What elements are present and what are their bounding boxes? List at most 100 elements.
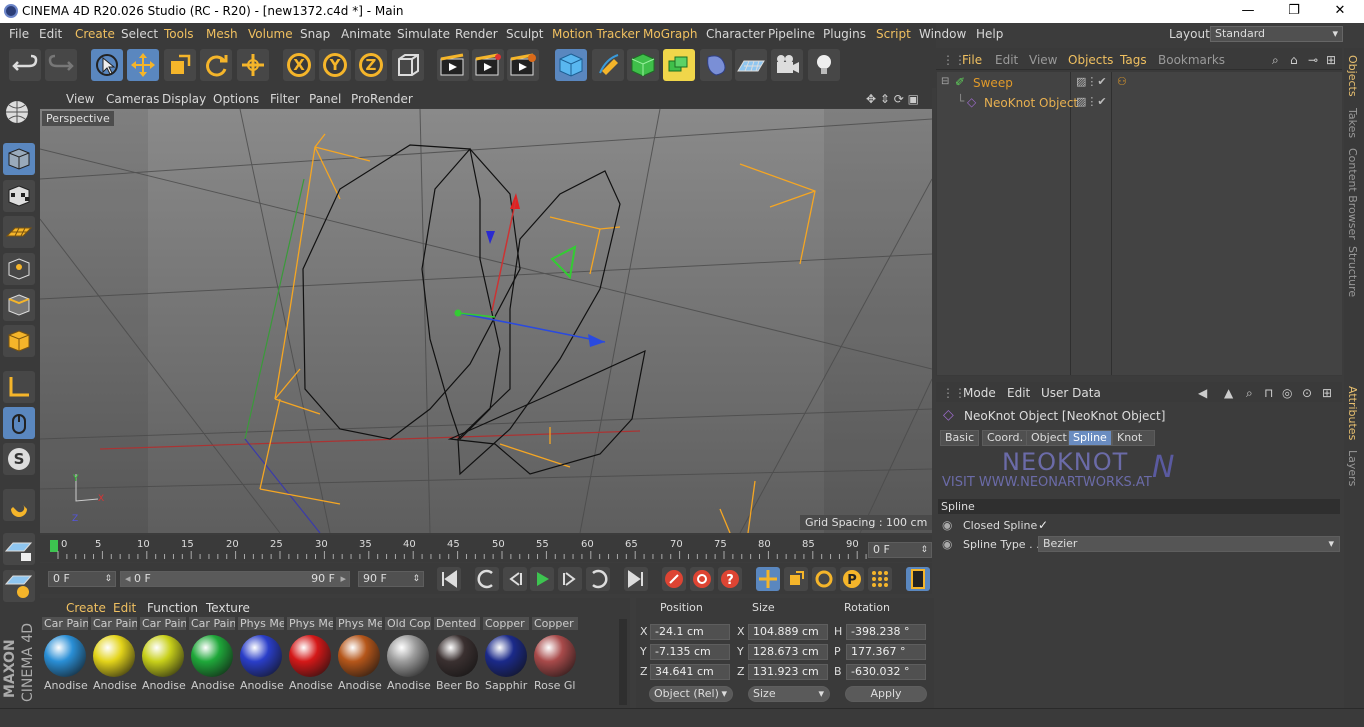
tab-object[interactable]: Object: [1026, 430, 1072, 446]
y-axis-lock-button[interactable]: Y: [319, 49, 351, 81]
radio-spline-type[interactable]: ◉: [942, 537, 952, 551]
attr-menu-mode[interactable]: Mode: [963, 386, 996, 400]
menu-snap[interactable]: Snap: [300, 27, 330, 41]
viewport-menu-options[interactable]: Options: [213, 92, 259, 106]
viewport-menu-prorender[interactable]: ProRender: [351, 92, 413, 106]
position-field[interactable]: -24.1 cm: [650, 624, 730, 640]
menu-sculpt[interactable]: Sculpt: [506, 27, 543, 41]
material-swatch[interactable]: Phys Me Anodise: [238, 617, 284, 697]
menu-mograph[interactable]: MoGraph: [643, 27, 698, 41]
scale-tool-button[interactable]: [164, 49, 196, 81]
material-swatch[interactable]: Car Pain Anodise: [140, 617, 186, 697]
size-field[interactable]: 131.923 cm: [748, 664, 828, 680]
rotation-field[interactable]: -398.238 °: [846, 624, 926, 640]
viewport-menu-cameras[interactable]: Cameras: [106, 92, 159, 106]
material-swatch[interactable]: Car Pain Anodise: [189, 617, 235, 697]
move-tool-button[interactable]: [127, 49, 159, 81]
timeline-layout-button[interactable]: [906, 567, 930, 591]
next-key-button[interactable]: [586, 567, 610, 591]
close-button[interactable]: ✕: [1318, 1, 1362, 21]
closed-spline-checkbox[interactable]: ✓: [1038, 518, 1048, 532]
maximize-button[interactable]: ❐: [1272, 1, 1316, 21]
side-tab-attributes[interactable]: Attributes: [1346, 386, 1359, 440]
material-swatch[interactable]: Copper Sapphir: [483, 617, 529, 697]
object-list[interactable]: [937, 72, 1342, 375]
deformer-button[interactable]: [700, 49, 732, 81]
parameter-key-button[interactable]: P: [840, 567, 864, 591]
object-menu-view[interactable]: View: [1029, 53, 1057, 67]
material-menu-function[interactable]: Function: [147, 601, 198, 615]
previous-frame-button[interactable]: [503, 567, 527, 591]
search-icon[interactable]: ⌕: [1246, 386, 1253, 401]
render-settings-button[interactable]: [507, 49, 539, 81]
material-scrollbar[interactable]: [619, 619, 627, 705]
play-button[interactable]: [530, 567, 554, 591]
record-keys-button[interactable]: [662, 567, 686, 591]
scale-key-button[interactable]: [784, 567, 808, 591]
menu-script[interactable]: Script: [876, 27, 911, 41]
points-mode-button[interactable]: [3, 253, 35, 285]
menu-tools[interactable]: Tools: [164, 27, 194, 41]
tab-coord[interactable]: Coord.: [982, 430, 1028, 446]
cube-button[interactable]: [555, 49, 587, 81]
attr-menu-user-data[interactable]: User Data: [1041, 386, 1101, 400]
material-swatch[interactable]: Car Pain Anodise: [91, 617, 137, 697]
previous-key-button[interactable]: [475, 567, 499, 591]
next-frame-button[interactable]: [558, 567, 582, 591]
3d-viewport[interactable]: Y X Z: [40, 109, 932, 533]
pen-button[interactable]: [592, 49, 624, 81]
material-swatch[interactable]: Dented Beer Bo: [434, 617, 480, 697]
link-icon[interactable]: ⊸: [1308, 53, 1318, 67]
menu-window[interactable]: Window: [919, 27, 966, 41]
viewport-menu-panel[interactable]: Panel: [309, 92, 341, 106]
material-swatch[interactable]: Old Cop Anodise: [385, 617, 431, 697]
workplane-mode-button[interactable]: [3, 216, 35, 248]
live-selection-button[interactable]: [91, 49, 123, 81]
tab-spline[interactable]: Spline: [1068, 430, 1112, 446]
autokey-button[interactable]: [690, 567, 714, 591]
snapping-button[interactable]: S: [3, 443, 35, 475]
radio-closed-spline[interactable]: ◉: [942, 518, 952, 532]
new-window-icon[interactable]: ⊞: [1322, 386, 1332, 400]
attr-menu-edit[interactable]: Edit: [1007, 386, 1030, 400]
lock-icon[interactable]: ⊓: [1264, 386, 1273, 400]
size-field[interactable]: 128.673 cm: [748, 644, 828, 660]
menu-volume[interactable]: Volume: [248, 27, 293, 41]
render-view-button[interactable]: [437, 49, 469, 81]
up-arrow-icon[interactable]: ▲: [1224, 386, 1233, 400]
viewport-nav-icons[interactable]: ✥ ⇕ ⟳ ▣: [866, 92, 919, 106]
tab-knot[interactable]: Knot: [1112, 430, 1155, 446]
target-icon[interactable]: ◎: [1282, 386, 1292, 400]
menu-select[interactable]: Select: [121, 27, 158, 41]
menu-simulate[interactable]: Simulate: [397, 27, 450, 41]
current-frame-field[interactable]: 0 F ⇕: [868, 542, 932, 558]
visibility-toggle[interactable]: ▨⋮✔: [1076, 95, 1107, 108]
make-editable-button[interactable]: [3, 97, 35, 129]
material-menu-texture[interactable]: Texture: [206, 601, 250, 615]
texture-mode-button[interactable]: [3, 180, 35, 212]
workplane-align-button[interactable]: [3, 570, 35, 602]
menu-motion-tracker[interactable]: Motion Tracker: [552, 27, 640, 41]
tweak-mode-button[interactable]: [3, 407, 35, 439]
search-icon[interactable]: ⌕: [1272, 53, 1279, 68]
point-level-key-button[interactable]: [868, 567, 892, 591]
subdivision-surface-button[interactable]: [627, 49, 659, 81]
z-axis-lock-button[interactable]: Z: [355, 49, 387, 81]
camera-label[interactable]: Perspective: [42, 111, 114, 126]
timeline-ruler[interactable]: [40, 535, 932, 562]
collapse-icon[interactable]: ⊟: [941, 76, 949, 87]
coord-mode-dropdown[interactable]: Object (Rel) ▾: [649, 686, 733, 702]
coordinate-system-button[interactable]: [392, 49, 424, 81]
settings-icon[interactable]: ⊙: [1302, 386, 1312, 400]
spline-type-dropdown[interactable]: Bezier ▾: [1038, 536, 1340, 552]
back-arrow-icon[interactable]: ◀: [1198, 386, 1207, 400]
size-mode-dropdown[interactable]: Size ▾: [748, 686, 830, 702]
frame-range-slider[interactable]: ◂ 0 F 90 F ▸: [120, 571, 350, 587]
material-swatch[interactable]: Phys Me Anodise: [287, 617, 333, 697]
go-to-end-button[interactable]: [624, 567, 648, 591]
go-to-start-button[interactable]: [437, 567, 461, 591]
visibility-toggle[interactable]: ▨⋮✔: [1076, 75, 1107, 88]
rotation-field[interactable]: -630.032 °: [846, 664, 926, 680]
menu-create[interactable]: Create: [75, 27, 115, 41]
edges-mode-button[interactable]: [3, 289, 35, 321]
